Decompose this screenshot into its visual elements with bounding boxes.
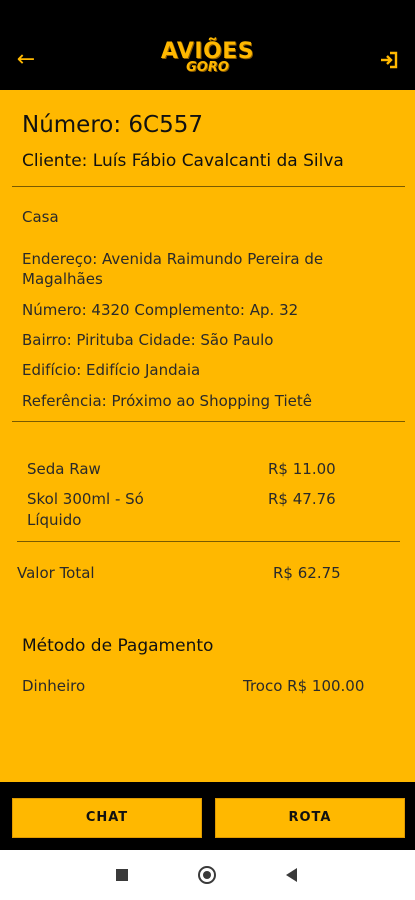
app-header: ← AVIÕES GORO [0, 0, 415, 90]
payment-change: Troco R$ 100.00 [243, 677, 365, 695]
action-bar: CHAT ROTA [0, 782, 415, 850]
client-name: Cliente: Luís Fábio Cavalcanti da Silva [22, 151, 344, 171]
divider [17, 541, 400, 542]
address-street-cont: Magalhães [22, 270, 103, 288]
total-label: Valor Total [17, 564, 95, 582]
chat-button[interactable]: CHAT [12, 798, 202, 838]
total-value: R$ 62.75 [273, 564, 341, 582]
item-price: R$ 47.76 [268, 490, 336, 508]
back-nav-icon[interactable] [286, 868, 297, 882]
divider [12, 421, 405, 422]
address-reference: Referência: Próximo ao Shopping Tietê [22, 392, 312, 410]
address-building: Edifício: Edifício Jandaia [22, 361, 201, 379]
app-logo: AVIÕES GORO [150, 40, 265, 82]
item-name-cont: Líquido [27, 511, 82, 529]
payment-method: Dinheiro [22, 677, 86, 695]
system-nav-bar [0, 850, 415, 900]
item-name: Seda Raw [27, 460, 101, 478]
route-button[interactable]: ROTA [215, 798, 405, 838]
address-number-complement: Número: 4320 Complemento: Ap. 32 [22, 301, 299, 319]
arrow-left-icon: ← [16, 47, 36, 72]
logout-icon [381, 51, 398, 69]
recents-icon[interactable] [116, 869, 128, 881]
payment-title: Método de Pagamento [22, 636, 214, 656]
home-icon[interactable] [198, 866, 216, 884]
logout-button[interactable] [377, 48, 401, 72]
address-district-city: Bairro: Pirituba Cidade: São Paulo [22, 331, 274, 349]
order-number: Número: 6C557 [22, 112, 204, 138]
item-price: R$ 11.00 [268, 460, 336, 478]
divider [12, 186, 405, 187]
back-button[interactable]: ← [14, 48, 38, 72]
order-details: Número: 6C557 Cliente: Luís Fábio Cavalc… [0, 90, 415, 782]
address-type: Casa [22, 208, 59, 226]
address-street: Endereço: Avenida Raimundo Pereira de [22, 250, 324, 268]
item-name: Skol 300ml - Só [27, 490, 144, 508]
